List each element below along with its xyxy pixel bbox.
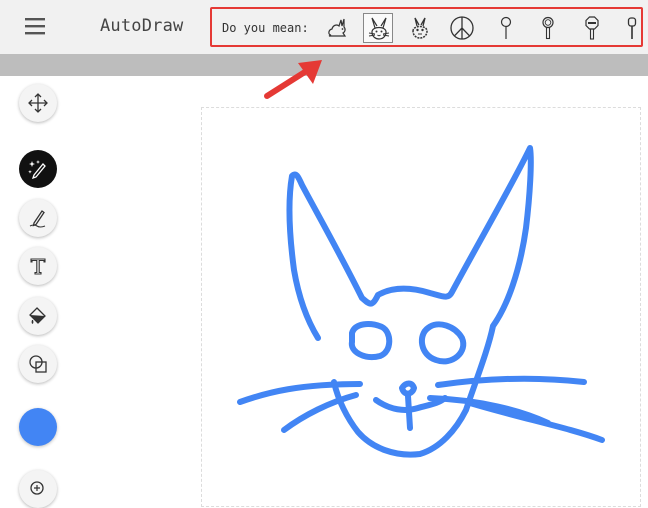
cat-doodle-drawing	[237, 145, 605, 458]
